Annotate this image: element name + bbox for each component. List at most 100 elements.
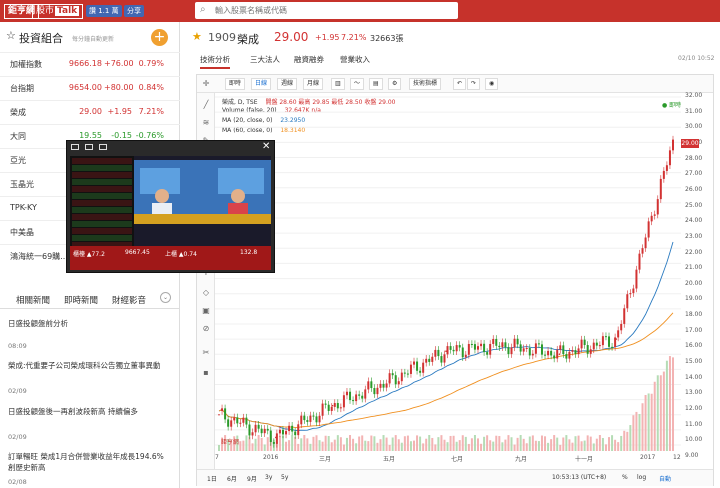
tab-technical-analysis[interactable]: 技術分析 — [200, 54, 230, 69]
chart-watermark: 鉅亨網 — [221, 439, 240, 446]
chevron-down-icon[interactable]: ⌄ — [160, 292, 171, 303]
add-icon[interactable]: + — [151, 29, 168, 46]
facebook-share-button[interactable]: 分享 — [124, 5, 144, 17]
candle — [275, 433, 278, 444]
candle — [242, 417, 245, 423]
area-style-icon[interactable]: ▤ — [369, 78, 383, 90]
tab-institutional[interactable]: 三大法人 — [250, 54, 280, 65]
volume-bar — [510, 437, 513, 451]
facebook-like-button[interactable]: 讚 1.1 萬 — [86, 5, 122, 17]
volume-bar — [416, 435, 419, 451]
price-tick-label: 24.00 — [685, 217, 703, 225]
video-popup-titlebar[interactable]: ✕ — [67, 141, 274, 154]
volume-bar — [556, 437, 559, 451]
volume-bar — [635, 411, 638, 451]
portfolio-title: 投資組合 — [19, 32, 63, 45]
candle-style-icon[interactable]: ▥ — [331, 78, 345, 90]
tab-finance-video[interactable]: 財經影音 — [112, 294, 146, 306]
talk-logo[interactable]: 股市 Talk — [32, 4, 84, 19]
close-icon[interactable]: ✕ — [262, 141, 270, 152]
range-1d[interactable]: 1日 — [207, 474, 217, 483]
volume-bar — [528, 436, 531, 451]
indicators-button[interactable]: 技術指標 — [409, 78, 442, 90]
star-icon: ☆ — [6, 29, 16, 42]
candle — [449, 346, 452, 350]
video-mode-icon[interactable] — [99, 144, 107, 150]
range-9m[interactable]: 9月 — [247, 474, 257, 483]
daily-button[interactable]: 日線 — [251, 78, 272, 90]
intraday-button[interactable]: 即時 — [225, 78, 246, 90]
news-item[interactable]: 日盛投顧盤後一再創波段新高 持續偏多 — [8, 406, 173, 417]
line-style-icon[interactable]: 〜 — [350, 78, 365, 90]
candle — [422, 362, 425, 373]
crosshair-icon[interactable]: ✛ — [200, 78, 212, 90]
candle — [397, 381, 400, 385]
last-price-tag: 29.00 — [681, 139, 699, 148]
candle — [604, 336, 607, 338]
auto-toggle[interactable]: 自動 — [659, 474, 671, 483]
video-quote-list — [70, 156, 134, 248]
watchlist-row[interactable]: 加權指數 9666.18 +76.00 0.79% — [0, 52, 180, 75]
range-6m[interactable]: 6月 — [227, 474, 237, 483]
news-item[interactable]: 日盛投顧盤前分析 — [8, 318, 173, 329]
candle — [306, 420, 309, 422]
news-item[interactable]: 榮成:代重要子公司榮成環科公告獨立董事異動 — [8, 360, 173, 371]
tab-related-news[interactable]: 相關新聞 — [16, 294, 50, 306]
trash-icon[interactable]: ▪ — [200, 367, 212, 379]
time-tick-label: 2017 — [640, 454, 656, 461]
volume-bar — [400, 442, 403, 451]
video-mode-icon[interactable] — [85, 144, 93, 150]
volume-bar — [218, 445, 220, 451]
price-axis[interactable]: 32.00 31.00 30.00 29.00 28.00 27.00 26.00 25.00… — [681, 92, 713, 463]
monthly-button[interactable]: 月線 — [303, 78, 324, 90]
video-popup[interactable]: ✕ 櫃檯 ▲77.2 9667.45 上櫃 ▲0.74 132.8 — [66, 140, 275, 273]
time-axis[interactable]: 7 2016 三月 五月 七月 九月 十一月 2017 12 — [215, 452, 681, 464]
volume-bar — [522, 438, 525, 451]
gear-icon[interactable]: ⚙ — [388, 78, 402, 90]
range-5y[interactable]: 5y — [281, 474, 288, 481]
log-toggle[interactable]: log — [637, 474, 646, 481]
lock-icon[interactable]: ▣ — [200, 305, 212, 317]
camera-icon[interactable]: ◉ — [485, 78, 499, 90]
watchlist-name: 台指期 — [10, 84, 34, 93]
candle — [361, 395, 364, 399]
candle — [236, 417, 239, 424]
search-input[interactable] — [215, 4, 451, 17]
favorite-star-icon[interactable]: ★ — [192, 30, 202, 43]
redo-icon[interactable]: ↷ — [467, 78, 481, 90]
price-chart[interactable] — [215, 93, 681, 451]
hide-icon[interactable]: ⊘ — [200, 323, 212, 335]
range-3y[interactable]: 3y — [265, 474, 272, 481]
undo-icon[interactable]: ↶ — [453, 78, 467, 90]
scissors-icon[interactable]: ✂ — [200, 347, 212, 359]
watchlist-row[interactable]: 台指期 9654.00 +80.00 0.84% — [0, 76, 180, 99]
volume-bar — [452, 435, 455, 451]
eraser-icon[interactable]: ◇ — [200, 287, 212, 299]
candle — [601, 336, 604, 346]
volume-bar — [534, 440, 537, 451]
candle — [537, 343, 540, 345]
trendline-icon[interactable]: ╱ — [200, 99, 212, 111]
candle — [297, 424, 300, 436]
video-mode-icon[interactable] — [71, 144, 79, 150]
stock-change: +1.95 — [315, 33, 340, 42]
price-tick-label: 10.00 — [685, 436, 703, 444]
watchlist-row[interactable]: 榮成 29.00 +1.95 7.21% — [0, 100, 180, 123]
search-icon[interactable]: ⌕ — [200, 4, 206, 15]
volume-bar — [364, 440, 367, 451]
volume-bar — [659, 375, 662, 451]
video-frame[interactable]: 櫃檯 ▲77.2 9667.45 上櫃 ▲0.74 132.8 — [70, 156, 271, 270]
volume-bar — [461, 435, 464, 451]
volume-bar — [413, 440, 416, 451]
candle — [483, 343, 486, 353]
tab-revenue[interactable]: 營業收入 — [340, 54, 370, 65]
fib-icon[interactable]: ≋ — [200, 117, 212, 129]
volume-bar — [498, 436, 501, 451]
weekly-button[interactable]: 週線 — [277, 78, 298, 90]
volume-bar — [349, 435, 352, 451]
percent-toggle[interactable]: % — [622, 474, 628, 481]
watchlist-name: 大同 — [10, 132, 26, 141]
news-item[interactable]: 訂單暢旺 榮成1月合併營業收益年成長194.6% 創歷史新高 — [8, 451, 173, 473]
tab-realtime-news[interactable]: 即時新聞 — [64, 294, 98, 306]
tab-margin[interactable]: 融資融券 — [294, 54, 324, 65]
